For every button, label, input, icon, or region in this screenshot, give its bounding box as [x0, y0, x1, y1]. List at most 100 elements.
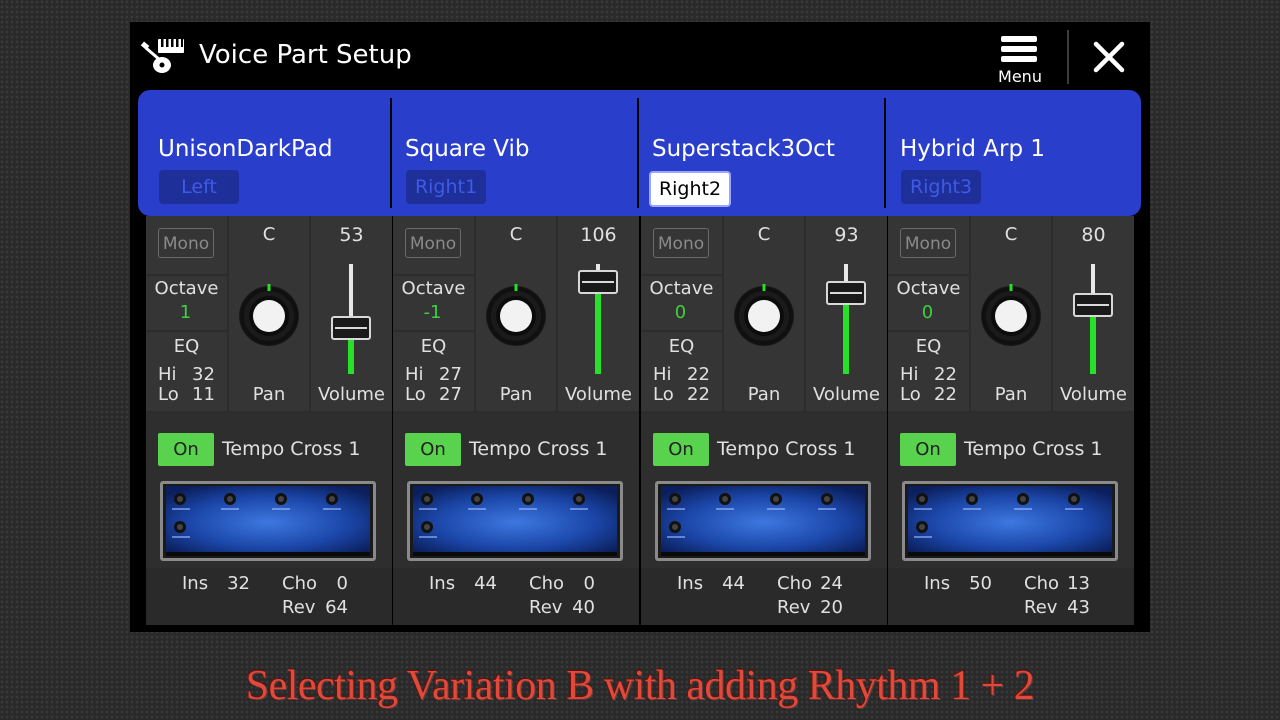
part-badge-right1: Right1: [406, 170, 486, 204]
octave-cell[interactable]: Octave 0: [641, 276, 722, 330]
eq-label: EQ: [668, 336, 695, 357]
send-levels[interactable]: Ins 50 Cho 13 Rev 43: [888, 568, 1134, 625]
volume-cell[interactable]: 53 Volume: [311, 216, 392, 411]
volume-cell[interactable]: 93 Volume: [806, 216, 887, 411]
effect-cell: On Tempo Cross 1: [393, 413, 639, 625]
effect-name[interactable]: Tempo Cross 1: [964, 433, 1103, 466]
volume-fader-fill: [843, 293, 849, 374]
effect-name[interactable]: Tempo Cross 1: [469, 433, 608, 466]
volume-cell[interactable]: 106 Volume: [558, 216, 639, 411]
effect-unit-image[interactable]: [407, 481, 623, 561]
mono-cell: Mono: [393, 216, 474, 274]
eq-label: EQ: [173, 336, 200, 357]
effect-on-button[interactable]: On: [653, 433, 709, 466]
effect-name[interactable]: Tempo Cross 1: [717, 433, 856, 466]
pan-value: C: [757, 224, 771, 245]
rev-label: Rev: [777, 597, 811, 618]
volume-fader-handle[interactable]: [826, 281, 866, 306]
pan-value: C: [509, 224, 523, 245]
part-header-left[interactable]: UnisonDarkPad Left: [138, 90, 386, 216]
eq-hi-value: 32: [192, 364, 215, 385]
eq-cell[interactable]: EQ Hi 22 Lo 22: [888, 332, 969, 411]
pan-knob-icon[interactable]: [484, 284, 548, 348]
close-icon[interactable]: [1088, 36, 1130, 78]
ins-label: Ins: [429, 573, 456, 594]
send-levels[interactable]: Ins 32 Cho 0 Rev 64: [146, 568, 392, 625]
effect-unit-image[interactable]: [655, 481, 871, 561]
volume-value: 106: [580, 224, 617, 246]
mono-button[interactable]: Mono: [900, 228, 956, 258]
menu-label: Menu: [998, 67, 1042, 86]
effect-on-button[interactable]: On: [405, 433, 461, 466]
part-badge-left: Left: [159, 170, 239, 204]
volume-label: Volume: [1060, 384, 1127, 405]
volume-fader-handle[interactable]: [331, 316, 371, 341]
part-header-right1[interactable]: Square Vib Right1: [385, 90, 633, 216]
rev-label: Rev: [529, 597, 563, 618]
octave-value: 0: [921, 302, 934, 323]
octave-cell[interactable]: Octave 1: [146, 276, 227, 330]
part-badge-right3: Right3: [901, 170, 981, 204]
part-column-right2: Mono Octave 0 EQ Hi 22 Lo 22 C Pan 93 Vo…: [641, 216, 887, 625]
rev-value: 40: [572, 597, 595, 618]
volume-value: 53: [339, 224, 364, 246]
effect-name[interactable]: Tempo Cross 1: [222, 433, 361, 466]
octave-cell[interactable]: Octave -1: [393, 276, 474, 330]
pan-knob-icon[interactable]: [732, 284, 796, 348]
mono-button[interactable]: Mono: [653, 228, 709, 258]
volume-label: Volume: [318, 384, 385, 405]
send-levels[interactable]: Ins 44 Cho 0 Rev 40: [393, 568, 639, 625]
volume-cell[interactable]: 80 Volume: [1053, 216, 1134, 411]
eq-cell[interactable]: EQ Hi 22 Lo 22: [641, 332, 722, 411]
eq-label: EQ: [420, 336, 447, 357]
eq-hi-value: 22: [687, 364, 710, 385]
eq-lo-row: Lo 22: [653, 384, 710, 405]
volume-fader-handle[interactable]: [1073, 292, 1113, 317]
eq-cell[interactable]: EQ Hi 32 Lo 11: [146, 332, 227, 411]
voice-part-setup-screen: Voice Part Setup Menu UnisonDarkPad Left…: [130, 22, 1150, 632]
eq-lo-value: 11: [192, 384, 215, 405]
pan-cell[interactable]: C Pan: [229, 216, 309, 411]
pan-label: Pan: [252, 384, 286, 405]
pan-cell[interactable]: C Pan: [476, 216, 556, 411]
ins-label: Ins: [677, 573, 704, 594]
title-bar: Voice Part Setup Menu: [130, 22, 1150, 90]
mono-button[interactable]: Mono: [158, 228, 214, 258]
pan-cell[interactable]: C Pan: [971, 216, 1051, 411]
eq-lo-row: Lo 27: [405, 384, 462, 405]
effect-unit-image[interactable]: [160, 481, 376, 561]
ins-value: 50: [969, 573, 992, 594]
effect-on-button[interactable]: On: [900, 433, 956, 466]
octave-value: 1: [179, 302, 192, 323]
pan-label: Pan: [747, 384, 781, 405]
part-header-right3[interactable]: Hybrid Arp 1 Right3: [880, 90, 1128, 216]
part-header-right2[interactable]: Superstack3Oct Right2: [632, 90, 880, 216]
menu-button[interactable]: Menu: [990, 30, 1050, 86]
mono-cell: Mono: [146, 216, 227, 274]
octave-label: Octave: [154, 278, 219, 299]
eq-cell[interactable]: EQ Hi 27 Lo 27: [393, 332, 474, 411]
pan-knob-icon[interactable]: [979, 284, 1043, 348]
volume-fader-handle[interactable]: [578, 270, 618, 295]
eq-lo-value: 22: [687, 384, 710, 405]
mono-cell: Mono: [888, 216, 969, 274]
part-column-right1: Mono Octave -1 EQ Hi 27 Lo 27 C Pan 106 …: [393, 216, 639, 625]
effect-unit-image[interactable]: [902, 481, 1118, 561]
pan-cell[interactable]: C Pan: [724, 216, 804, 411]
octave-value: -1: [423, 302, 442, 323]
eq-hi-row: Hi 22: [900, 364, 957, 385]
rev-value: 64: [325, 597, 348, 618]
volume-value: 80: [1081, 224, 1106, 246]
rev-label: Rev: [282, 597, 316, 618]
mono-button[interactable]: Mono: [405, 228, 461, 258]
pan-value: C: [262, 224, 276, 245]
effect-on-button[interactable]: On: [158, 433, 214, 466]
ins-value: 32: [227, 573, 250, 594]
octave-label: Octave: [401, 278, 466, 299]
octave-label: Octave: [649, 278, 714, 299]
pan-knob-icon[interactable]: [237, 284, 301, 348]
octave-cell[interactable]: Octave 0: [888, 276, 969, 330]
ins-label: Ins: [924, 573, 951, 594]
cho-value: 24: [820, 573, 843, 594]
send-levels[interactable]: Ins 44 Cho 24 Rev 20: [641, 568, 887, 625]
